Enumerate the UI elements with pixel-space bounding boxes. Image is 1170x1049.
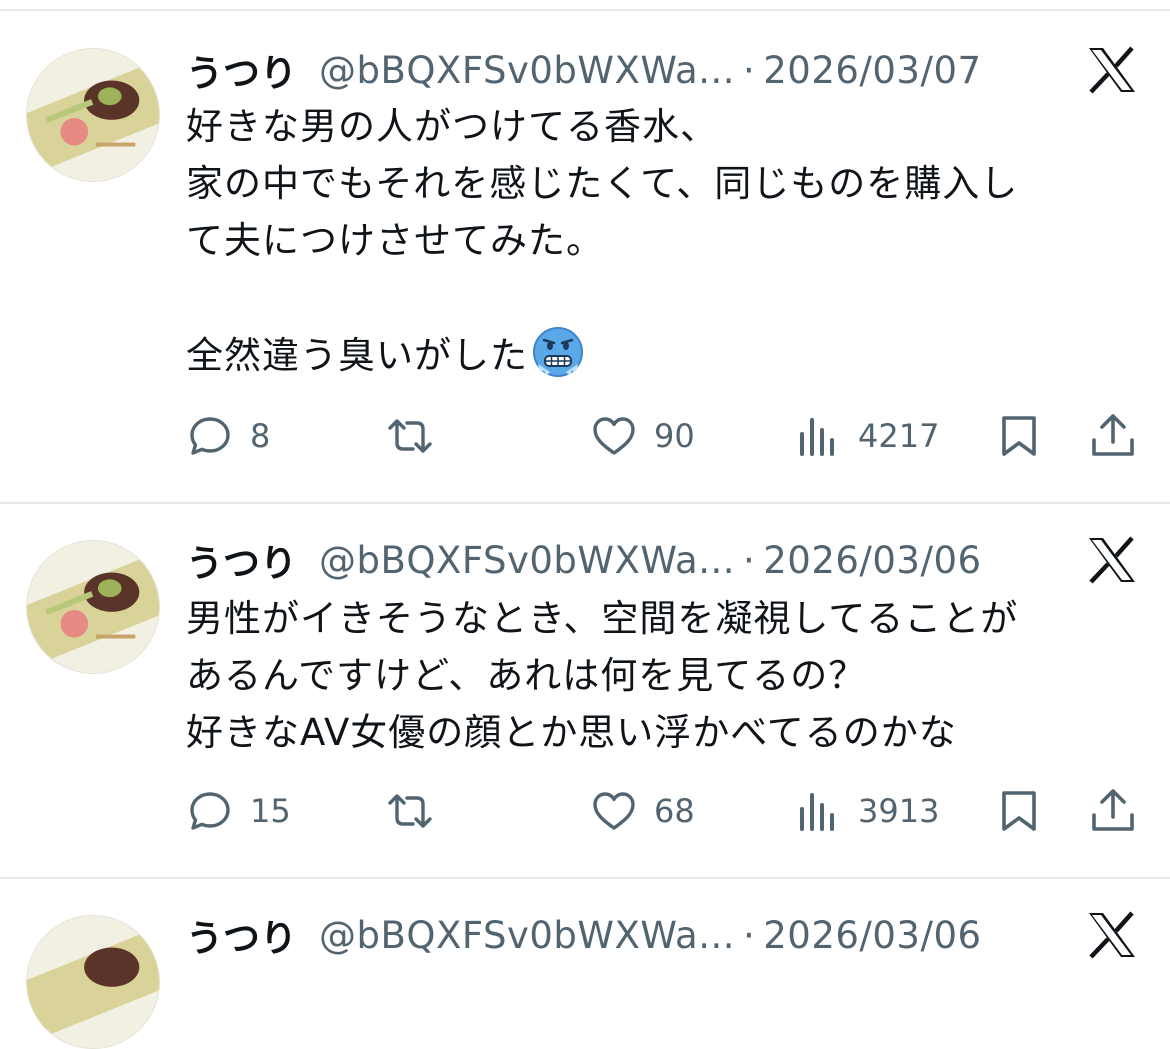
share-button[interactable]: [1089, 781, 1137, 841]
x-logo-icon: [1086, 536, 1138, 584]
avatar[interactable]: [26, 48, 160, 182]
reply-count: 15: [250, 792, 291, 830]
reply-count: 8: [250, 417, 271, 455]
bookmark-icon: [1002, 791, 1036, 831]
like-count: 68: [654, 792, 695, 830]
tweet-header: うつり @bBQXFSv0bWXWa... · 2026/03/07: [186, 40, 982, 100]
tweet-date[interactable]: 2026/03/06: [763, 539, 981, 582]
tweet-date[interactable]: 2026/03/06: [763, 914, 981, 957]
header-separator: ·: [743, 538, 756, 582]
views-button[interactable]: 4217: [794, 406, 939, 466]
author-handle[interactable]: @bBQXFSv0bWXWa...: [319, 539, 735, 582]
tweet-divider: [0, 877, 1170, 879]
x-logo-icon: [1086, 911, 1138, 959]
bookmark-icon: [1002, 416, 1036, 456]
tweet-divider: [0, 502, 1170, 504]
view-count: 3913: [858, 792, 940, 830]
views-icon: [800, 418, 834, 456]
author-handle[interactable]: @bBQXFSv0bWXWa...: [319, 49, 735, 92]
tweet-header: うつり @bBQXFSv0bWXWa... · 2026/03/06: [186, 905, 982, 965]
like-icon: [593, 417, 635, 455]
avatar-image: [27, 49, 159, 181]
author-name[interactable]: うつり: [186, 908, 297, 962]
tweet-actions: 15 68 3913: [0, 781, 1170, 841]
tweet-text: 男性がイきそうなとき、空間を凝視してることが あるんですけど、あれは何を見てるの…: [186, 590, 1146, 761]
retweet-button[interactable]: [386, 781, 434, 841]
author-handle[interactable]: @bBQXFSv0bWXWa...: [319, 914, 735, 957]
top-divider: [0, 9, 1170, 11]
tweet-text: 好きな男の人がつけてる香水、 家の中でもそれを感じたくて、同じものを購入し て夫…: [186, 98, 1146, 384]
tweet-text-content: 男性がイきそうなとき、空間を凝視してることが あるんですけど、あれは何を見てるの…: [186, 597, 1019, 754]
tweet-actions: 8 90 4217: [0, 406, 1170, 466]
reply-icon: [190, 792, 230, 830]
share-button[interactable]: [1089, 406, 1137, 466]
tweet-date[interactable]: 2026/03/07: [763, 49, 981, 92]
share-icon: [1092, 414, 1134, 456]
avatar-image: [27, 916, 159, 1048]
share-icon: [1092, 789, 1134, 831]
cold-face-emoji-icon: [532, 326, 584, 378]
header-separator: ·: [743, 48, 756, 92]
bookmark-button[interactable]: [995, 781, 1043, 841]
views-icon: [800, 793, 834, 831]
retweet-icon: [388, 794, 432, 828]
views-button[interactable]: 3913: [794, 781, 939, 841]
tweet-header: うつり @bBQXFSv0bWXWa... · 2026/03/06: [186, 530, 982, 590]
retweet-button[interactable]: [386, 406, 434, 466]
like-count: 90: [654, 417, 695, 455]
like-button[interactable]: 90: [590, 406, 695, 466]
x-logo-icon: [1086, 46, 1138, 94]
reply-button[interactable]: 15: [186, 781, 291, 841]
header-separator: ·: [743, 913, 756, 957]
bookmark-button[interactable]: [995, 406, 1043, 466]
author-name[interactable]: うつり: [186, 43, 297, 97]
like-button[interactable]: 68: [590, 781, 695, 841]
reply-button[interactable]: 8: [186, 406, 270, 466]
author-name[interactable]: うつり: [186, 533, 297, 587]
avatar-image: [27, 541, 159, 673]
view-count: 4217: [858, 417, 940, 455]
like-icon: [593, 792, 635, 830]
reply-icon: [190, 417, 230, 455]
tweet-text-content: 好きな男の人がつけてる香水、 家の中でもそれを感じたくて、同じものを購入し て夫…: [186, 105, 1019, 377]
retweet-icon: [388, 419, 432, 453]
avatar[interactable]: [26, 915, 160, 1049]
avatar[interactable]: [26, 540, 160, 674]
